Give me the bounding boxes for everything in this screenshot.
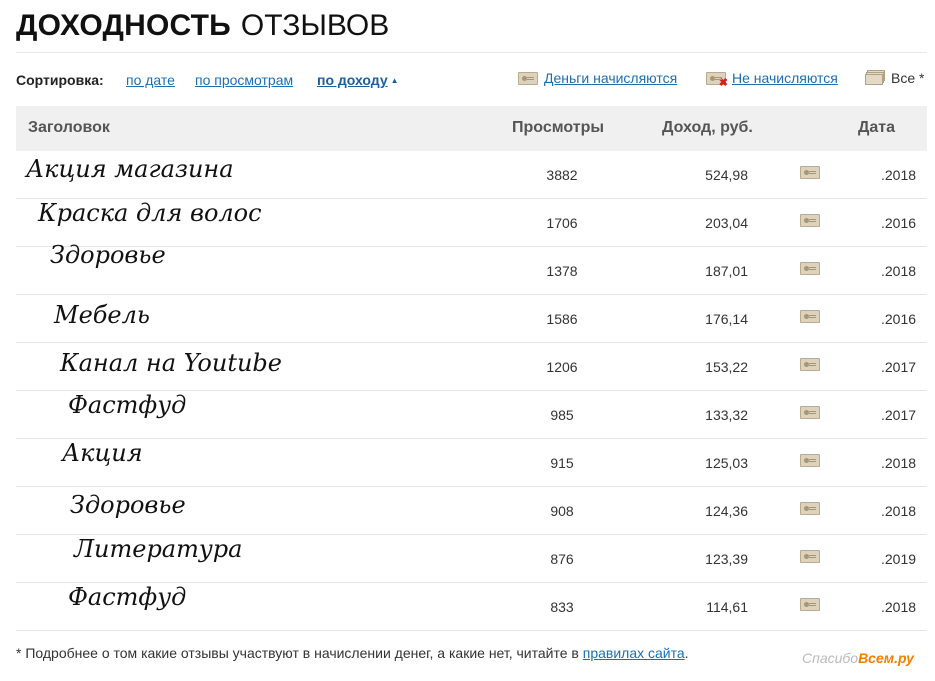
publish-date: .2018 — [881, 455, 917, 471]
page-title-light: ОТЗЫВОВ — [240, 9, 390, 42]
publish-date: .2019 — [881, 551, 917, 567]
money-icon — [800, 502, 820, 515]
review-title-link[interactable]: Фастфуд — [68, 583, 186, 611]
table-row: Здоровье 1378 187,01 .2018 — [16, 241, 927, 295]
sort-label: Сортировка: — [16, 72, 104, 88]
income-amount: 123,39 — [705, 551, 748, 567]
views-count: 833 — [550, 599, 574, 615]
watermark: СпасибоВсем.ру — [802, 650, 914, 666]
table-row: Здоровье 908 124,36 .2018 — [16, 487, 927, 535]
table-row: Акция 915 125,03 .2018 — [16, 439, 927, 487]
views-count: 1378 — [546, 263, 578, 279]
money-icon — [518, 71, 538, 85]
income-amount: 187,01 — [705, 263, 748, 279]
views-count: 985 — [550, 407, 574, 423]
watermark-prefix: Спасибо — [802, 650, 859, 666]
review-title-link[interactable]: Канал на Youtube — [60, 349, 282, 377]
review-title-link[interactable]: Фастфуд — [68, 391, 186, 419]
views-count: 3882 — [546, 167, 578, 183]
column-date[interactable]: Дата — [858, 119, 895, 137]
publish-date: .2018 — [881, 503, 917, 519]
money-stack-icon — [865, 70, 885, 86]
review-title-link[interactable]: Краска для волос — [38, 199, 262, 227]
column-title[interactable]: Заголовок — [28, 119, 110, 137]
review-title-link[interactable]: Мебель — [54, 301, 150, 329]
review-title-link[interactable]: Акция магазина — [26, 155, 234, 183]
money-icon — [800, 262, 820, 275]
table-row: Литература 876 123,39 .2019 — [16, 535, 927, 583]
filter-all[interactable]: Все * — [865, 70, 924, 86]
money-icon — [800, 454, 820, 467]
watermark-brand: Всем.ру — [858, 650, 914, 666]
table-row: Краска для волос 1706 203,04 .2016 — [16, 199, 927, 247]
views-count: 1586 — [546, 311, 578, 327]
column-income[interactable]: Доход, руб. — [662, 119, 753, 137]
income-amount: 176,14 — [705, 311, 748, 327]
sort-by-views-link[interactable]: по просмотрам — [195, 72, 293, 88]
publish-date: .2016 — [881, 311, 917, 327]
publish-date: .2016 — [881, 215, 917, 231]
views-count: 876 — [550, 551, 574, 567]
header-divider — [16, 52, 927, 53]
views-count: 1706 — [546, 215, 578, 231]
filter-unpaid-link[interactable]: Не начисляются — [732, 70, 838, 86]
review-title-link[interactable]: Акция — [62, 439, 143, 467]
income-amount: 114,61 — [706, 599, 748, 615]
page-title-bold: ДОХОДНОСТЬ — [16, 9, 231, 42]
income-amount: 133,32 — [705, 407, 748, 423]
income-amount: 124,36 — [705, 503, 748, 519]
money-crossed-icon: ✖ — [706, 71, 728, 88]
review-title-link[interactable]: Литература — [74, 535, 242, 563]
money-icon — [800, 358, 820, 371]
filter-unpaid[interactable]: ✖ Не начисляются — [706, 70, 838, 88]
publish-date: .2018 — [881, 599, 917, 615]
review-title-link[interactable]: Здоровье — [70, 491, 186, 519]
table-row: Акция магазина 3882 524,98 .2018 — [16, 151, 927, 199]
page-title: ДОХОДНОСТЬ ОТЗЫВОВ — [16, 6, 389, 46]
income-amount: 153,22 — [705, 359, 748, 375]
sort-bar: Сортировка: по дате по просмотрам по дох… — [16, 70, 927, 90]
footnote-text: * Подробнее о том какие отзывы участвуют… — [16, 645, 579, 661]
money-icon — [800, 598, 820, 611]
table-row: Фастфуд 833 114,61 .2018 — [16, 583, 927, 631]
income-amount: 125,03 — [705, 455, 748, 471]
views-count: 908 — [550, 503, 574, 519]
income-amount: 524,98 — [705, 167, 748, 183]
money-icon — [800, 550, 820, 563]
table-row: Канал на Youtube 1206 153,22 .2017 — [16, 343, 927, 391]
money-icon — [800, 406, 820, 419]
reviews-table: Акция магазина 3882 524,98 .2018 Краска … — [16, 151, 927, 631]
footnote-end: . — [684, 645, 689, 661]
sort-by-date-link[interactable]: по дате — [126, 72, 175, 88]
publish-date: .2018 — [881, 167, 917, 183]
money-icon — [800, 166, 820, 179]
money-icon — [800, 214, 820, 227]
sort-by-income-link[interactable]: по доходу — [317, 72, 399, 88]
publish-date: .2017 — [881, 407, 917, 423]
table-row: Фастфуд 985 133,32 .2017 — [16, 391, 927, 439]
money-icon — [800, 310, 820, 323]
views-count: 1206 — [546, 359, 578, 375]
publish-date: .2018 — [881, 263, 917, 279]
review-title-link[interactable]: Здоровье — [50, 241, 166, 269]
filter-paid[interactable]: Деньги начисляются — [518, 70, 677, 86]
filter-all-label: Все * — [891, 70, 925, 86]
table-header: Заголовок Просмотры Доход, руб. Дата — [16, 106, 927, 151]
views-count: 915 — [550, 455, 574, 471]
income-amount: 203,04 — [705, 215, 748, 231]
site-rules-link[interactable]: правилах сайта — [583, 645, 685, 661]
column-views[interactable]: Просмотры — [512, 119, 604, 137]
publish-date: .2017 — [881, 359, 917, 375]
filter-paid-link[interactable]: Деньги начисляются — [544, 70, 677, 86]
table-row: Мебель 1586 176,14 .2016 — [16, 295, 927, 343]
footnote: * Подробнее о том какие отзывы участвуют… — [16, 645, 689, 661]
